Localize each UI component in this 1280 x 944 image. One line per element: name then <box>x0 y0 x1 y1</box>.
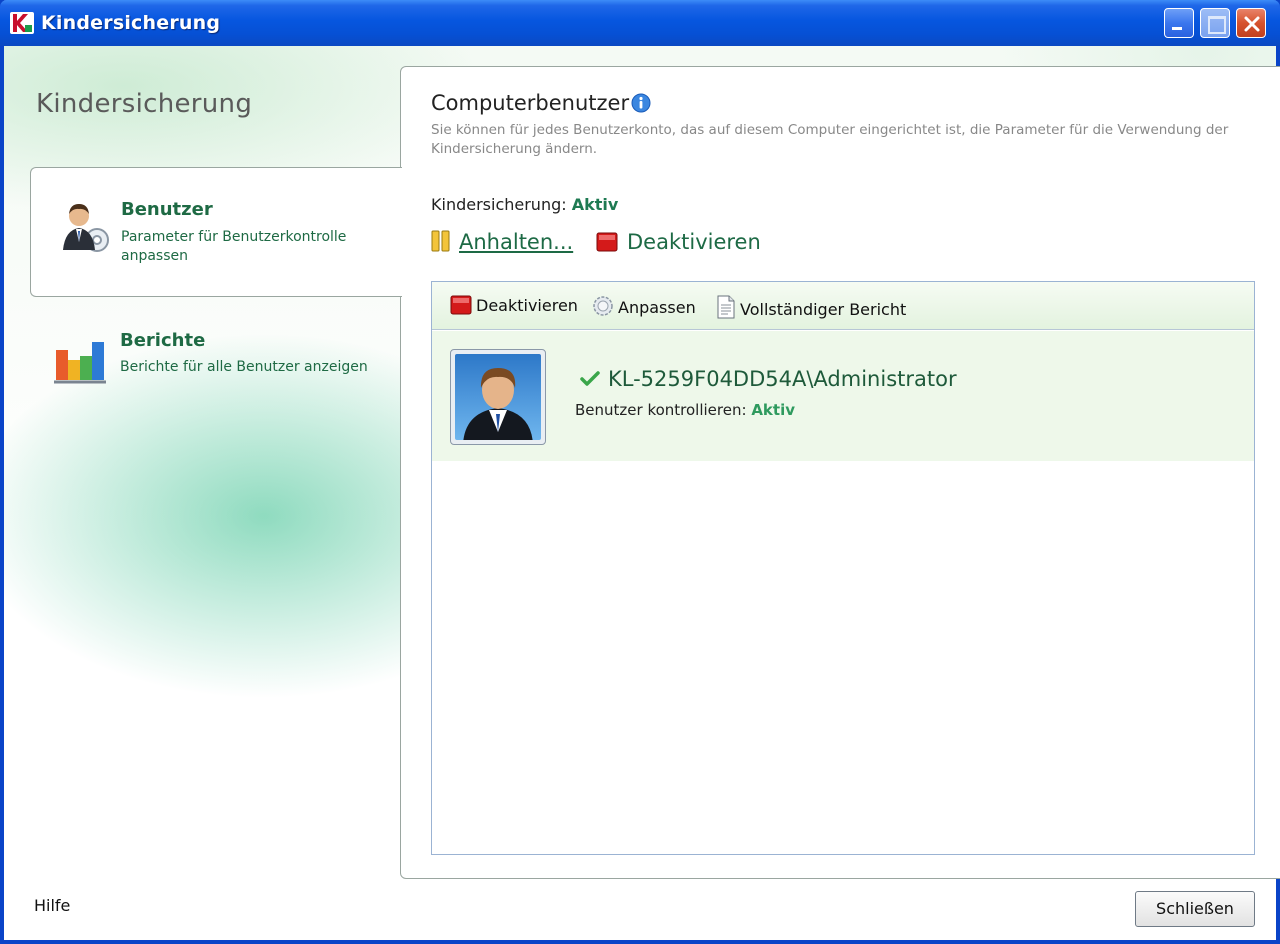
pause-icon <box>431 230 450 252</box>
toolbar-report-button[interactable]: Vollständiger Bericht <box>716 295 906 319</box>
document-icon <box>717 295 735 319</box>
minimize-button[interactable] <box>1164 8 1194 38</box>
maximize-button[interactable] <box>1200 8 1230 38</box>
user-name-label: KL-5259F04DD54A\Administrator <box>608 367 957 391</box>
help-link[interactable]: Hilfe <box>34 896 70 915</box>
bar-chart-icon <box>54 330 108 388</box>
checkmark-icon <box>580 371 600 386</box>
sidebar-item-description: Parameter für Benutzerkontrolle anpassen <box>121 229 347 264</box>
close-window-button[interactable] <box>1236 8 1266 38</box>
kaspersky-logo-icon <box>10 12 34 34</box>
toolbar-customize-button[interactable]: Anpassen <box>592 295 696 317</box>
sidebar-item-heading: Benutzer <box>121 199 213 220</box>
close-button[interactable]: Schließen <box>1135 891 1255 927</box>
toolbar-deactivate-label: Deaktivieren <box>476 296 578 315</box>
page-description: Sie können für jedes Benutzerkonto, das … <box>431 122 1229 157</box>
window-title: Kindersicherung <box>41 12 221 34</box>
deactivate-link[interactable]: Deaktivieren <box>596 230 761 254</box>
sidebar-title: Kindersicherung <box>36 89 253 119</box>
stop-icon <box>596 232 618 252</box>
status-value: Aktiv <box>571 195 619 214</box>
list-item[interactable]: KL-5259F04DD54A\Administrator Benutzer k… <box>432 331 1254 461</box>
user-list: Deaktivieren Anpassen Vollständiger Beri… <box>431 281 1255 855</box>
toolbar-report-label: Vollständiger Bericht <box>740 300 907 319</box>
pause-label: Anhalten... <box>459 230 574 254</box>
user-control-label: Benutzer kontrollieren: <box>575 401 747 419</box>
deactivate-label: Deaktivieren <box>627 230 761 254</box>
app-window: Kindersicherung Kindersicherung Benutzer… <box>0 0 1280 944</box>
sidebar-item-benutzer[interactable]: Benutzer Parameter für Benutzerkontrolle… <box>30 167 402 297</box>
sidebar-item-heading: Berichte <box>120 330 206 351</box>
main-panel: Computerbenutzer Sie können für jedes Be… <box>400 66 1280 879</box>
user-toolbar: Deaktivieren Anpassen Vollständiger Beri… <box>432 282 1254 330</box>
avatar <box>450 349 546 445</box>
protection-status: Kindersicherung: Aktiv <box>431 195 618 214</box>
user-control-status: Benutzer kontrollieren: Aktiv <box>575 401 795 419</box>
avatar-image <box>455 354 541 440</box>
title-bar[interactable]: Kindersicherung <box>0 0 1280 46</box>
status-label: Kindersicherung: <box>431 195 567 214</box>
page-title: Computerbenutzer <box>431 91 651 118</box>
toolbar-deactivate-button[interactable]: Deaktivieren <box>450 295 578 315</box>
user-control-value: Aktiv <box>751 401 796 419</box>
user-settings-icon <box>55 196 109 254</box>
toolbar-customize-label: Anpassen <box>618 298 696 317</box>
sidebar-item-description: Berichte für alle Benutzer anzeigen <box>120 359 368 375</box>
sidebar-item-berichte[interactable]: Berichte Berichte für alle Benutzer anze… <box>30 306 402 436</box>
page-title-text: Computerbenutzer <box>431 91 630 115</box>
info-icon[interactable] <box>631 93 651 118</box>
gear-icon <box>593 296 613 316</box>
stop-icon <box>450 295 472 315</box>
pause-link[interactable]: Anhalten... <box>431 230 573 254</box>
close-icon <box>1244 16 1260 32</box>
client-area: Kindersicherung Benutzer Parameter für B… <box>4 46 1280 940</box>
user-name[interactable]: KL-5259F04DD54A\Administrator <box>580 367 957 391</box>
